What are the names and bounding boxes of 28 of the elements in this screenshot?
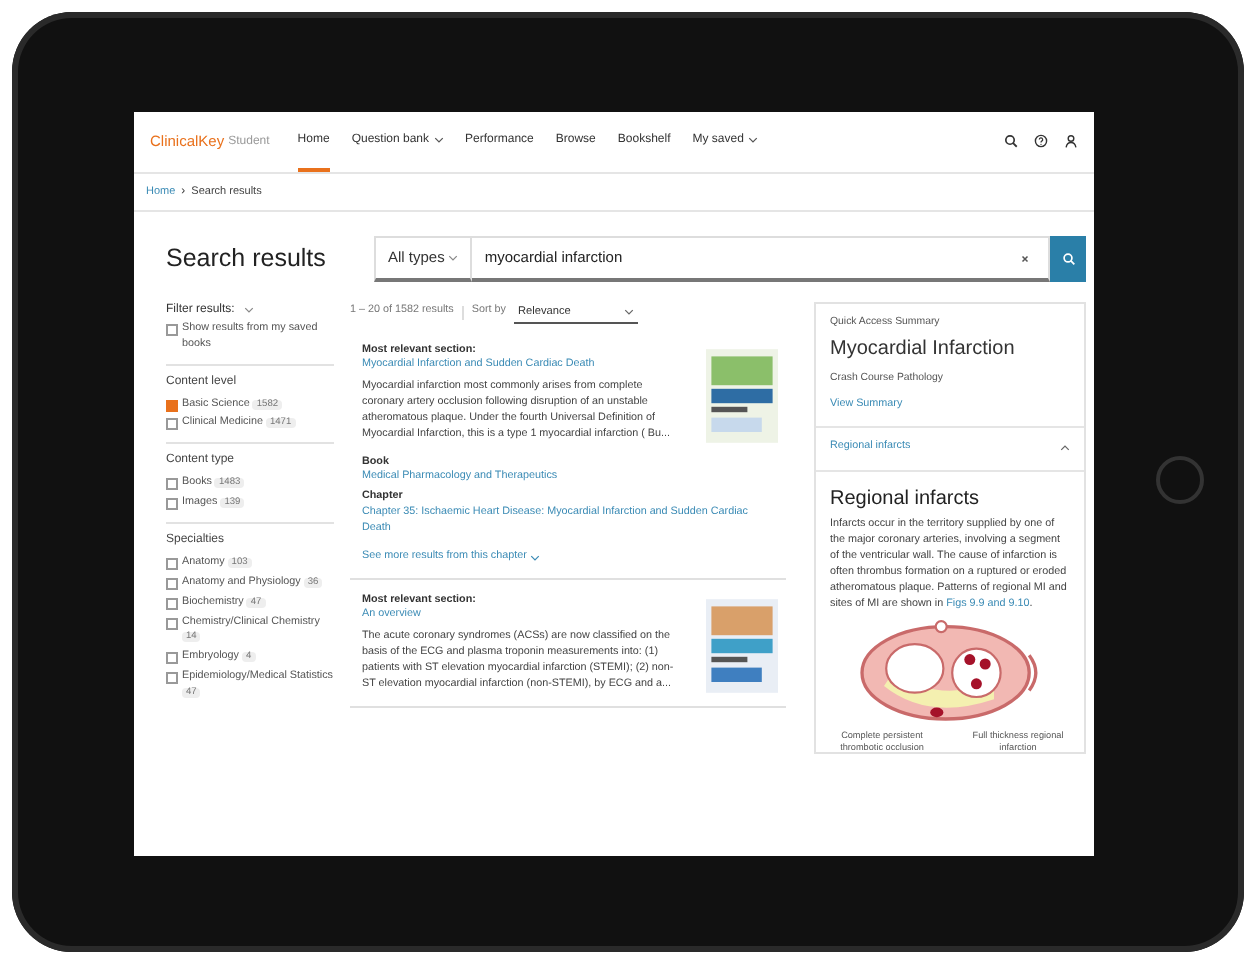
user-icon[interactable]: [1064, 134, 1078, 148]
checkbox[interactable]: [166, 672, 178, 685]
checkbox[interactable]: [166, 399, 178, 412]
section-heading: Regional infarcts: [830, 485, 981, 514]
checkbox[interactable]: [166, 652, 178, 665]
chevron-icon[interactable]: [244, 305, 255, 314]
chevron-icon: [530, 553, 541, 562]
checkbox[interactable]: [166, 577, 178, 590]
book-cover-drawing: [706, 597, 778, 694]
search-icon: [1061, 251, 1075, 265]
checkbox[interactable]: [166, 617, 178, 630]
checkbox[interactable]: [166, 498, 178, 511]
search-icon[interactable]: [1004, 134, 1018, 148]
book-cover-drawing: [706, 347, 778, 444]
chevron-icon: [1060, 444, 1070, 453]
chevron-icon: [623, 307, 634, 316]
checkbox[interactable]: [166, 557, 178, 570]
checkbox[interactable]: [166, 324, 178, 337]
summary-title: Myocardial Infarction: [830, 336, 1017, 365]
chevron-icon: [448, 253, 459, 261]
help-icon[interactable]: [1034, 134, 1048, 148]
clear-icon[interactable]: [1020, 253, 1030, 263]
checkbox[interactable]: [166, 418, 178, 431]
checkbox[interactable]: [166, 597, 178, 610]
checkbox[interactable]: [166, 478, 178, 491]
search-button[interactable]: [1050, 235, 1086, 281]
page-title: Search results: [166, 244, 328, 272]
home-button[interactable]: [1156, 455, 1204, 503]
